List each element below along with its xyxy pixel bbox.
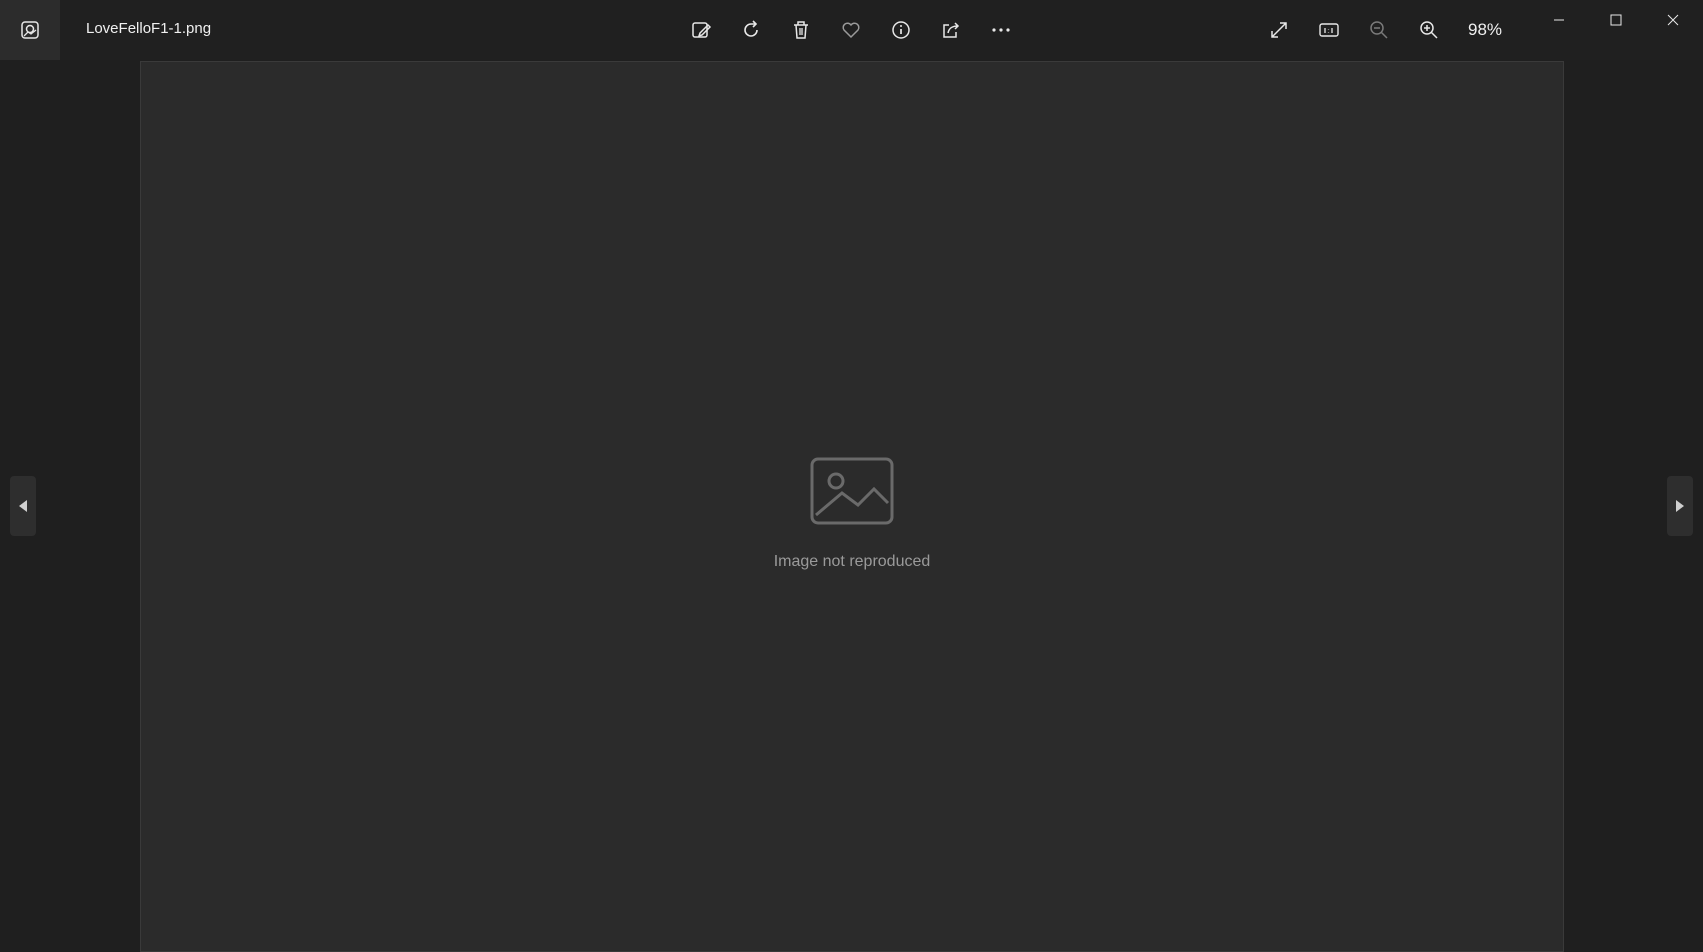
zoom-out-icon [1370, 21, 1388, 39]
close-icon [1667, 14, 1679, 26]
title-bar: LoveFelloF1-1.png 98% [0, 0, 1703, 60]
zoom-in-icon [1420, 21, 1438, 39]
image-viewport[interactable]: Image not reproduced [140, 61, 1564, 952]
chevron-right-icon [1676, 500, 1684, 512]
rotate-icon [744, 20, 758, 37]
minimize-button[interactable] [1535, 0, 1583, 40]
fullscreen-icon [1271, 22, 1287, 38]
file-name: LoveFelloF1-1.png [86, 20, 212, 37]
actual-size-icon [1319, 23, 1339, 37]
rotate-button[interactable] [734, 13, 768, 47]
close-button[interactable] [1649, 0, 1697, 40]
fullscreen-button[interactable] [1262, 13, 1296, 47]
maximize-button[interactable] [1592, 0, 1640, 40]
info-button[interactable] [884, 13, 918, 47]
delete-icon [794, 21, 808, 39]
placeholder-label: Image not reproduced [773, 552, 931, 570]
share-button[interactable] [934, 13, 968, 47]
previous-image-button[interactable] [10, 476, 36, 536]
minimize-icon [1554, 19, 1564, 21]
info-icon [892, 21, 910, 39]
chevron-left-icon [19, 500, 27, 512]
delete-button[interactable] [784, 13, 818, 47]
share-icon [943, 22, 960, 38]
more-button[interactable] [984, 13, 1018, 47]
more-icon [992, 28, 1010, 32]
favorite-icon [842, 22, 860, 39]
image-icon [810, 457, 894, 524]
zoom-level: 98% [1468, 20, 1503, 39]
actual-size-button[interactable] [1312, 13, 1346, 47]
maximize-icon [1610, 14, 1622, 26]
image-placeholder: Image not reproduced [773, 443, 931, 571]
favorite-button[interactable] [834, 13, 868, 47]
app-icon [0, 0, 60, 60]
next-image-button[interactable] [1667, 476, 1693, 536]
edit-icon [692, 22, 712, 38]
zoom-in-button[interactable] [1412, 13, 1446, 47]
zoom-out-button[interactable] [1362, 13, 1396, 47]
edit-button[interactable] [684, 13, 718, 47]
photos-app-icon [21, 21, 39, 39]
